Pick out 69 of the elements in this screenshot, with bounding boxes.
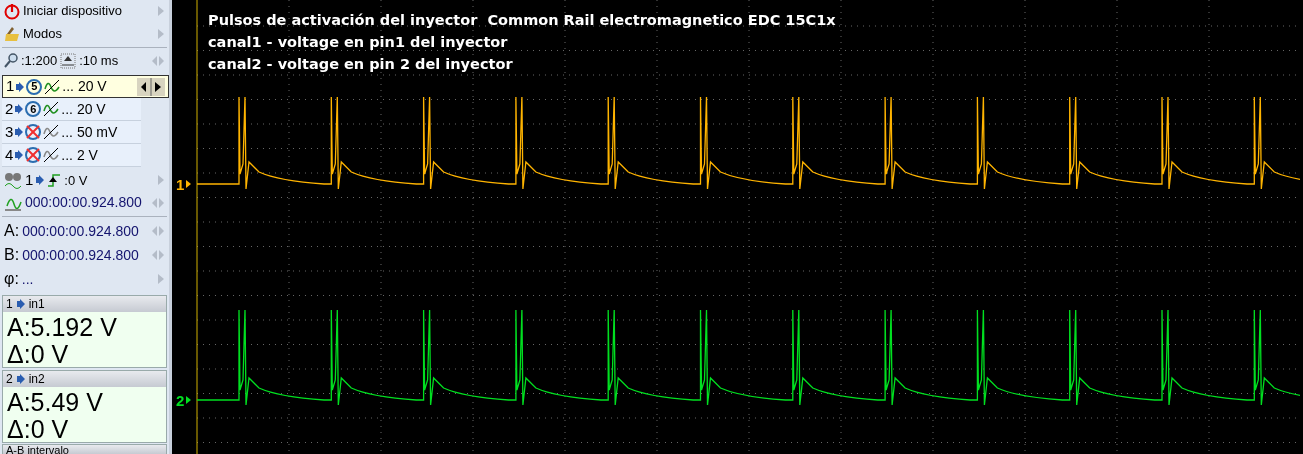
channel-arrow-icon [15, 104, 24, 115]
readout-value: A:5.49 V [7, 389, 104, 416]
menu-label: Iniciar dispositivo [23, 2, 123, 21]
annotation-text: canal1 - voltage en pin1 del inyector [208, 34, 508, 50]
channel-arrow-icon [16, 374, 25, 384]
power-icon [4, 2, 20, 20]
waveform-icon [43, 101, 60, 118]
probe-off-icon [25, 147, 42, 164]
channel-number: 2 [5, 98, 14, 119]
probe-badge: 5 [26, 78, 43, 95]
channel-scale: ... 50 mV [61, 122, 119, 142]
menu-label: Modos [23, 24, 64, 43]
arrow-icon[interactable] [157, 273, 165, 285]
arrow-icon[interactable] [157, 174, 165, 187]
phase-label: φ: [4, 269, 19, 289]
cursor-time: 000:00:00.924.800 [22, 221, 140, 241]
channel-row[interactable]: 2 6 ... 20 V [2, 98, 141, 122]
annotation-text: Pulsos de activación del inyector Common Rail electromagnetico EDC 15C1x [208, 12, 836, 28]
readout-delta: Δ:0 V [7, 416, 70, 443]
cursor-label: A: [4, 221, 20, 241]
cursor-time: 000:00:00.924.800 [22, 245, 140, 265]
interval-header: A-B intervalo [2, 444, 167, 454]
channel-row[interactable]: 1 5 ... 20 V [2, 75, 169, 99]
menu-item[interactable]: Iniciar dispositivo [0, 0, 169, 23]
readout-title: in2 [28, 371, 45, 387]
trigger-time: 000:00:00.924.800 [25, 193, 143, 213]
trigger-icon [4, 171, 22, 190]
trigger-channel: 1 [25, 170, 34, 191]
readout-value: A:5.192 V [7, 314, 118, 341]
folder-icon [4, 25, 20, 43]
trace-marker-icon[interactable] [186, 396, 191, 404]
trace-label: 1 [176, 176, 185, 193]
menu-item[interactable]: Modos [0, 22, 169, 45]
arrow-icon[interactable] [157, 5, 165, 18]
channel-scale: ... 20 V [61, 99, 107, 119]
trace-label: 2 [176, 392, 185, 409]
probe-off-icon [25, 124, 42, 141]
waveform-icon [44, 78, 61, 95]
channel-number: 3 [5, 121, 14, 142]
readout-channel: 2 [6, 371, 13, 387]
edge-icon [47, 173, 62, 188]
readout-channel: 1 [6, 296, 13, 312]
channel-arrow-icon [15, 127, 24, 138]
channel-number: 1 [6, 76, 15, 97]
channel-scale: ... 20 V [62, 77, 108, 97]
arrow-icon[interactable] [157, 27, 165, 40]
phase-value: ... [21, 269, 35, 289]
search-icon [4, 52, 18, 69]
trace-marker-icon[interactable] [186, 180, 191, 188]
timebase: :10 ms [79, 52, 120, 71]
channel-scale: ... 2 V [61, 145, 99, 165]
annotation-text: canal2 - voltage en pin 2 del inyector [208, 56, 513, 72]
channel-arrow-icon [36, 175, 45, 186]
channel-row[interactable]: 3 ... 50 mV [2, 121, 141, 145]
cursor-label: B: [4, 245, 20, 265]
channel-arrow-icon [16, 299, 25, 309]
channel-row[interactable]: 4 ... 2 V [2, 144, 141, 168]
readout-delta: Δ:0 V [7, 341, 70, 368]
readout-title: in1 [28, 296, 45, 312]
stepper-icon[interactable] [137, 77, 165, 96]
waveform-icon [43, 147, 60, 164]
zoom-ratio: :1:200 [21, 52, 58, 71]
trigger-level: :0 V [64, 171, 89, 190]
waveform-icon [43, 124, 60, 141]
channel-arrow-icon [16, 81, 25, 92]
timebase-icon [60, 52, 77, 69]
channel-arrow-icon [15, 150, 24, 161]
channel-number: 4 [5, 144, 14, 165]
probe-badge: 6 [25, 101, 42, 118]
